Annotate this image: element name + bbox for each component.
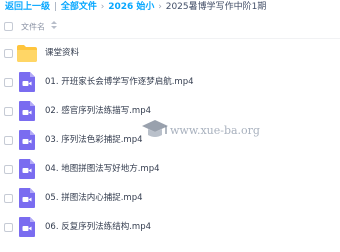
folder-icon: [16, 42, 38, 64]
video-file-icon: [16, 71, 38, 93]
file-name[interactable]: 05. 拼图法内心捕捉.mp4: [45, 184, 143, 213]
video-file-icon: [16, 216, 38, 238]
sort-icon[interactable]: [50, 16, 57, 38]
file-row[interactable]: 06. 反复序列法练结构.mp4: [0, 213, 340, 242]
row-checkbox[interactable]: [4, 194, 13, 203]
breadcrumb-current: 2025暑博学写作中阶1期: [165, 2, 267, 12]
file-name[interactable]: 01. 开班家长会博学写作逐梦启航.mp4: [45, 68, 194, 97]
breadcrumb-chevron-icon: ›: [158, 2, 162, 12]
watermark: www.xue-ba.org: [140, 112, 260, 152]
select-all-checkbox[interactable]: [4, 22, 13, 31]
row-checkbox[interactable]: [4, 107, 13, 116]
watermark-text: www.xue-ba.org: [170, 124, 260, 137]
row-checkbox[interactable]: [4, 136, 13, 145]
video-file-icon: [16, 187, 38, 209]
row-checkbox[interactable]: [4, 78, 13, 87]
row-checkbox[interactable]: [4, 223, 13, 232]
graduation-cap-icon: [142, 120, 168, 137]
row-checkbox[interactable]: [4, 49, 13, 58]
video-file-icon: [16, 129, 38, 151]
file-name[interactable]: 03. 序列法色彩捕捉.mp4: [45, 126, 143, 155]
file-name[interactable]: 课堂资料: [45, 39, 79, 68]
file-row[interactable]: 05. 拼图法内心捕捉.mp4: [0, 184, 340, 213]
breadcrumb: 返回上一级 | 全部文件 › 2026 始小 › 2025暑博学写作中阶1期: [5, 0, 337, 14]
video-file-icon: [16, 158, 38, 180]
breadcrumb-all-files[interactable]: 全部文件: [61, 2, 97, 12]
breadcrumb-separator: |: [53, 2, 57, 12]
back-link[interactable]: 返回上一级: [5, 2, 50, 12]
file-row[interactable]: 01. 开班家长会博学写作逐梦启航.mp4: [0, 68, 340, 97]
breadcrumb-chevron-icon: ›: [100, 2, 105, 12]
file-name[interactable]: 04. 地图拼图法写好地方.mp4: [45, 155, 160, 184]
file-name[interactable]: 02. 感官序列法练描写.mp4: [45, 97, 151, 126]
breadcrumb-level1[interactable]: 2026 始小: [108, 2, 154, 12]
video-file-icon: [16, 100, 38, 122]
column-header-name[interactable]: 文件名: [21, 16, 57, 39]
file-row[interactable]: 04. 地图拼图法写好地方.mp4: [0, 155, 340, 184]
column-name-label: 文件名: [21, 22, 45, 32]
list-header: 文件名: [0, 16, 340, 39]
file-name[interactable]: 06. 反复序列法练结构.mp4: [45, 213, 151, 242]
row-checkbox[interactable]: [4, 165, 13, 174]
folder-row[interactable]: 课堂资料: [0, 39, 340, 68]
